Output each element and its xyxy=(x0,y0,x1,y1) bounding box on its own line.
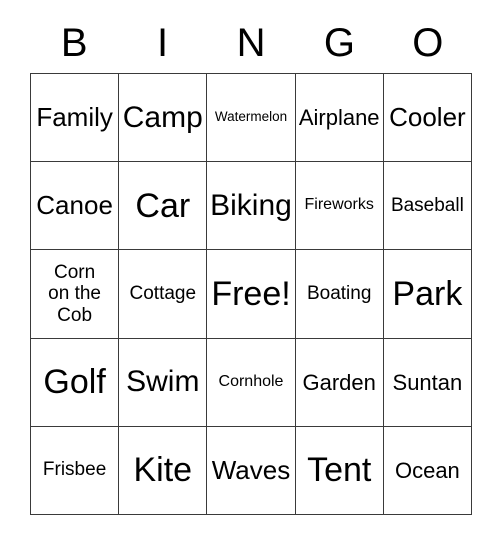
bingo-cell[interactable]: Camp xyxy=(119,74,208,163)
bingo-header-row: B I N G O xyxy=(30,14,472,72)
bingo-header-letter-b: B xyxy=(60,21,88,65)
bingo-cell-label: Corn on the Cob xyxy=(48,262,101,326)
bingo-cell-label: Golf xyxy=(43,363,106,402)
bingo-cell-label: Fireworks xyxy=(304,196,374,214)
bingo-cell[interactable]: Boating xyxy=(295,250,384,339)
bingo-cell[interactable]: Cottage xyxy=(119,250,208,339)
bingo-cell-label: Baseball xyxy=(390,194,464,216)
bingo-card: B I N G O Family Camp Watermelon Airplane Co… xyxy=(0,0,500,544)
bingo-header-letter-n: N xyxy=(236,21,266,65)
bingo-cell[interactable]: Family xyxy=(31,74,120,163)
bingo-cell-label: Free! xyxy=(211,274,291,313)
bingo-cell[interactable]: Watermelon xyxy=(207,74,296,163)
bingo-cell[interactable]: Park xyxy=(383,250,472,339)
bingo-cell[interactable]: Kite xyxy=(119,426,208,515)
bingo-grid: Family Camp Watermelon Airplane Cooler Canoe C… xyxy=(30,73,472,515)
bingo-cell[interactable]: Corn on the Cob xyxy=(31,250,120,339)
bingo-cell-label: Park xyxy=(392,274,463,313)
bingo-cell[interactable]: Airplane xyxy=(295,74,384,163)
bingo-cell[interactable]: Golf xyxy=(31,338,120,427)
bingo-cell-label: Cooler xyxy=(389,101,466,132)
bingo-cell-label: Cottage xyxy=(129,282,197,304)
bingo-cell[interactable]: Tent xyxy=(295,426,384,515)
bingo-cell[interactable]: Suntan xyxy=(383,338,472,427)
bingo-cell[interactable]: Car xyxy=(119,162,208,251)
bingo-cell[interactable]: Cooler xyxy=(383,74,472,163)
bingo-cell[interactable]: Fireworks xyxy=(295,162,384,251)
bingo-cell[interactable]: Baseball xyxy=(383,162,472,251)
bingo-cell[interactable]: Canoe xyxy=(31,162,120,251)
bingo-cell[interactable]: Biking xyxy=(207,162,296,251)
bingo-cell-label: Garden xyxy=(302,369,376,395)
bingo-cell[interactable]: Waves xyxy=(207,426,296,515)
bingo-header-letter-o: O xyxy=(412,21,444,65)
bingo-cell-label: Airplane xyxy=(298,104,380,130)
bingo-cell[interactable]: Free! xyxy=(207,250,296,339)
bingo-cell-label: Family xyxy=(36,101,113,132)
bingo-cell-label: Waves xyxy=(211,454,291,485)
bingo-cell-label: Suntan xyxy=(392,369,463,395)
bingo-cell-label: Canoe xyxy=(36,190,113,221)
bingo-cell[interactable]: Swim xyxy=(119,338,208,427)
bingo-cell-label: Watermelon xyxy=(214,109,288,125)
bingo-cell-label: Tent xyxy=(307,451,372,490)
bingo-cell-label: Biking xyxy=(210,188,292,222)
bingo-cell[interactable]: Ocean xyxy=(383,426,472,515)
bingo-cell-label: Boating xyxy=(306,282,372,304)
bingo-header-letter-i: I xyxy=(157,21,169,65)
bingo-cell-label: Ocean xyxy=(394,457,460,483)
bingo-cell-label: Camp xyxy=(122,100,203,134)
bingo-cell-label: Frisbee xyxy=(42,459,107,481)
bingo-cell-label: Cornhole xyxy=(218,372,284,390)
bingo-cell-label: Car xyxy=(135,186,191,225)
bingo-cell[interactable]: Garden xyxy=(295,338,384,427)
bingo-header-letter-g: G xyxy=(323,21,355,65)
bingo-cell[interactable]: Frisbee xyxy=(31,426,120,515)
bingo-cell[interactable]: Cornhole xyxy=(207,338,296,427)
bingo-cell-label: Kite xyxy=(133,451,193,490)
bingo-cell-label: Swim xyxy=(126,365,200,399)
